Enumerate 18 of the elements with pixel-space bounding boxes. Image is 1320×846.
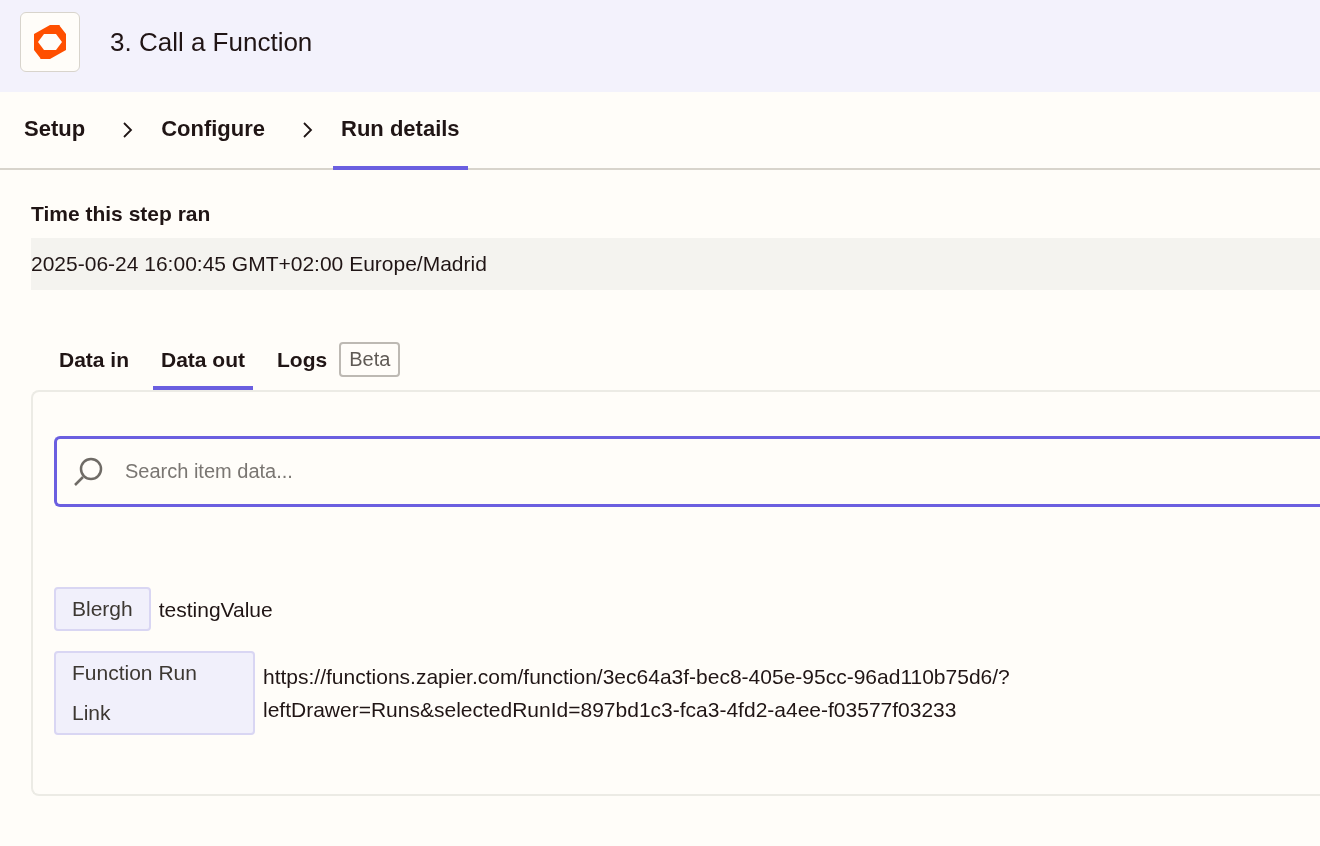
step-tab[interactable]: Configure	[161, 92, 265, 170]
data-tab[interactable]: Data in	[51, 334, 137, 390]
time-value: 2025-06-24 16:00:45 GMT+02:00 Europe/Madrid	[31, 238, 1320, 290]
step-title: 3. Call a Function	[110, 26, 313, 58]
data-tab[interactable]: Data out	[153, 334, 253, 390]
section-label: Time this step ran	[31, 202, 212, 226]
field-value: testingValue	[158, 596, 274, 623]
beta-badge: Beta	[339, 341, 401, 377]
search-field[interactable]: Search item data...	[54, 436, 1320, 507]
app-logo-icon	[20, 12, 80, 72]
step-tab[interactable]: Run details	[333, 92, 468, 170]
field-value: https://functions.zapier.com/function/3ec64a3f-bec8-405e-95cc-96ad110b75d6/?leftDrawer=Runs&selectedRunId=897bd1c3-fca3-4fd2-a4ee-f03577f03233	[263, 664, 1011, 723]
chevron-icon	[301, 121, 313, 139]
data-tab[interactable]: Logs	[269, 334, 332, 390]
chevron-icon	[121, 121, 134, 139]
step-tab[interactable]: Setup	[24, 92, 86, 170]
field-key: Function Run Link	[54, 651, 255, 735]
field-key: Blergh	[54, 587, 151, 631]
